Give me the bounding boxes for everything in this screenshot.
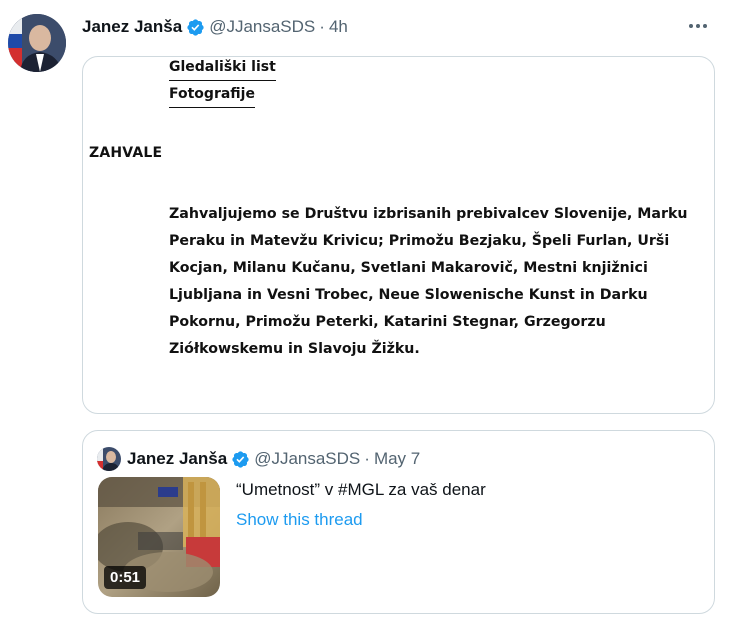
doc-link-programme: Gledališki list: [169, 59, 276, 81]
video-duration: 0:51: [104, 566, 147, 589]
quoted-author-handle[interactable]: @JJansaSDS: [254, 449, 360, 469]
video-thumbnail[interactable]: 0:51: [98, 477, 220, 597]
tweet-timestamp[interactable]: 4h: [329, 17, 348, 37]
author-name[interactable]: Janez Janša: [82, 17, 182, 37]
doc-body-text: Zahvaljujemo se Društvu izbrisanih prebi…: [169, 206, 688, 357]
author-avatar-image: [8, 14, 66, 72]
separator-dot: ·: [364, 449, 370, 468]
quoted-tweet[interactable]: Janez Janša @JJansaSDS · May 7 0:51 “Ume…: [82, 430, 715, 614]
quoted-tweet-date[interactable]: May 7: [374, 449, 420, 469]
separator-dot: ·: [319, 17, 325, 36]
author-avatar[interactable]: [8, 14, 66, 72]
verified-badge-icon: [231, 450, 250, 469]
quoted-tweet-header: Janez Janša @JJansaSDS · May 7: [97, 447, 420, 471]
author-handle[interactable]: @JJansaSDS: [209, 17, 315, 37]
quoted-tweet-text: “Umetnost” v #MGL za vaš denar: [236, 480, 486, 499]
attached-image[interactable]: Gledališki list Fotografije ZAHVALE Zahv…: [82, 56, 715, 414]
verified-badge-icon: [186, 18, 205, 37]
more-options-icon[interactable]: [683, 14, 713, 38]
show-thread-link[interactable]: Show this thread: [236, 510, 363, 530]
quoted-author-name[interactable]: Janez Janša: [127, 449, 227, 469]
tweet-header: Janez Janša @JJansaSDS · 4h: [82, 16, 348, 38]
quoted-author-avatar: [97, 447, 121, 471]
doc-heading: ZAHVALE: [89, 145, 163, 161]
doc-link-photos: Fotografije: [169, 86, 255, 108]
